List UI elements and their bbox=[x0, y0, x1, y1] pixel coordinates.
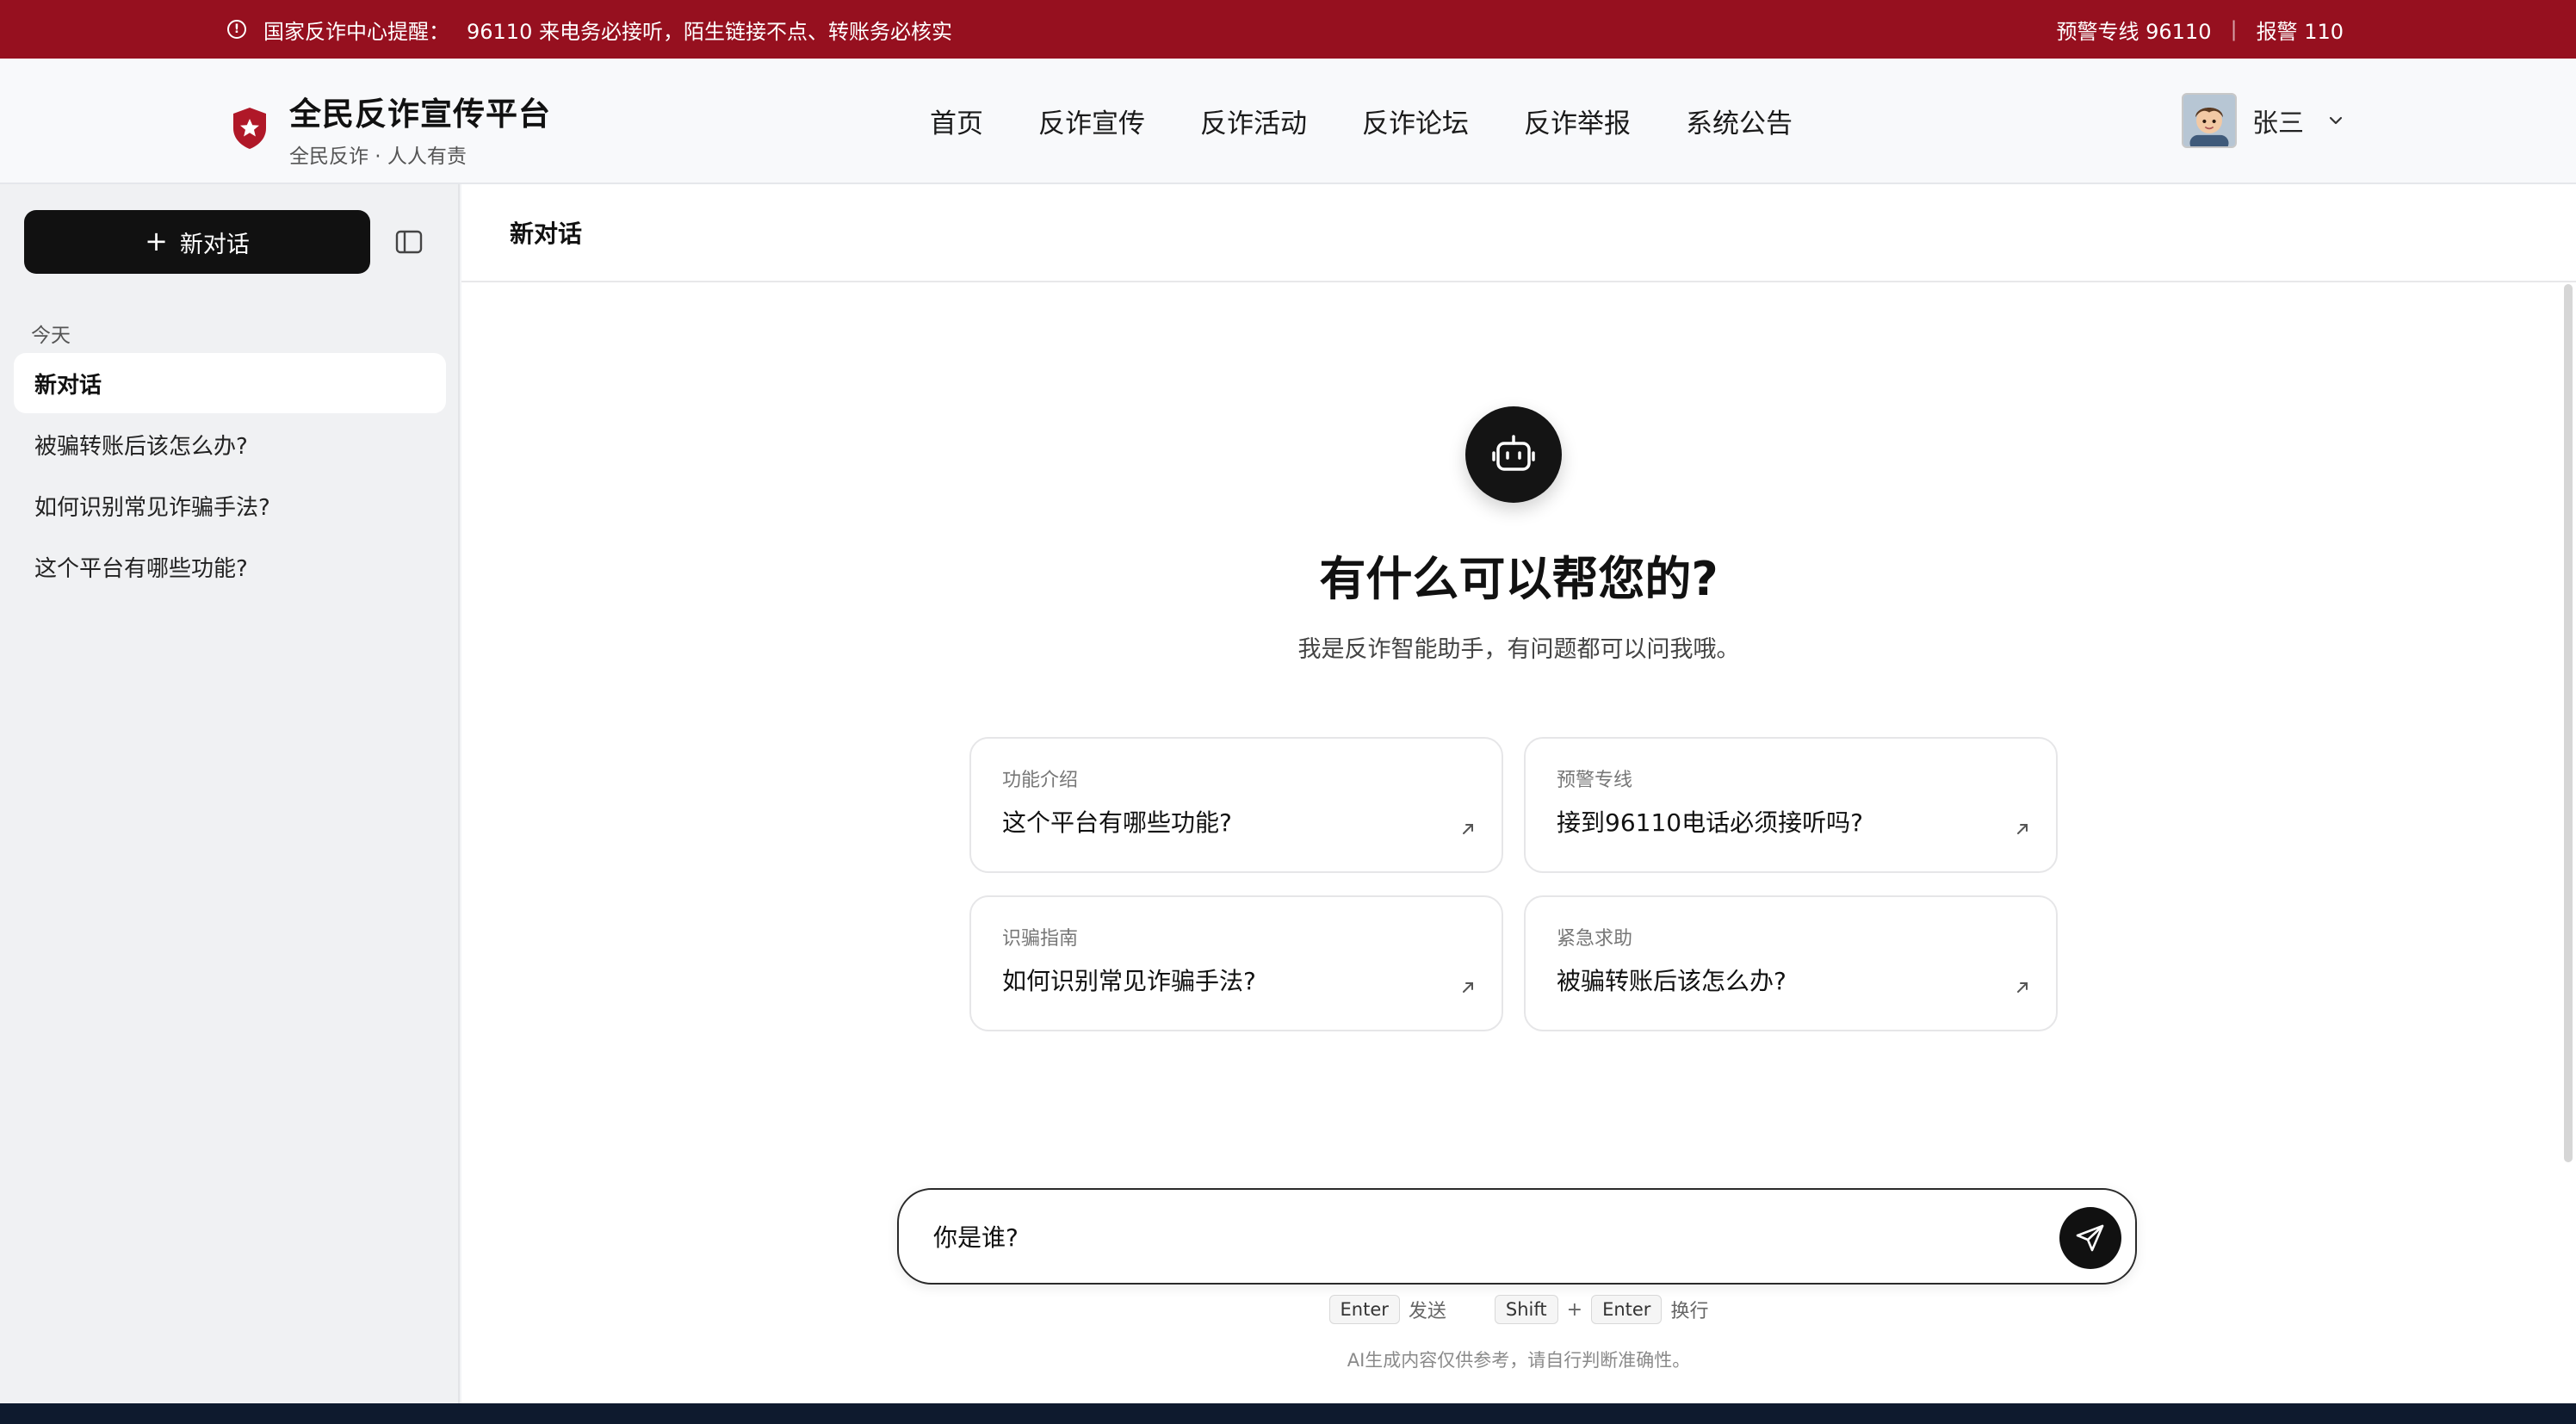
keyboard-hints: Enter 发送 Shift + Enter 换行 bbox=[461, 1295, 2576, 1324]
suggestion-question: 接到96110电话必须接听吗? bbox=[1557, 808, 1863, 837]
section-label-today: 今天 bbox=[31, 325, 71, 347]
suggestion-category: 预警专线 bbox=[1557, 770, 1633, 791]
suggestion-category: 功能介绍 bbox=[1002, 770, 1079, 791]
enter-key-badge: Enter bbox=[1591, 1295, 1663, 1324]
conversation-item[interactable]: 如何识别常见诈骗手法? bbox=[14, 475, 446, 536]
plus-sign: + bbox=[1566, 1298, 1583, 1321]
arrow-up-right-icon bbox=[1463, 824, 1473, 834]
chat-header: 新对话 bbox=[461, 184, 2576, 282]
assistant-avatar bbox=[1465, 406, 1562, 503]
conversation-item[interactable]: 这个平台有哪些功能? bbox=[14, 536, 446, 597]
suggestion-question: 被骗转账后该怎么办? bbox=[1557, 967, 1786, 995]
suggestion-question: 如何识别常见诈骗手法? bbox=[1002, 967, 1256, 995]
avatar-image bbox=[2183, 95, 2235, 146]
shift-key-badge: Shift bbox=[1494, 1295, 1558, 1324]
avatar[interactable] bbox=[2182, 93, 2237, 148]
nav-item-announcements[interactable]: 系统公告 bbox=[1686, 102, 1793, 140]
suggestion-category: 识骗指南 bbox=[1002, 928, 1079, 950]
shield-icon bbox=[233, 108, 266, 149]
nav-item-home[interactable]: 首页 bbox=[930, 102, 983, 140]
conversation-list: 新对话 被骗转账后该怎么办? 如何识别常见诈骗手法? 这个平台有哪些功能? bbox=[14, 353, 446, 597]
suggestion-card[interactable]: 紧急求助 被骗转账后该怎么办? bbox=[1524, 895, 2058, 1031]
conversation-item[interactable]: 被骗转账后该怎么办? bbox=[14, 414, 446, 474]
user-menu[interactable]: 张三 bbox=[2182, 93, 2345, 148]
police-text: 报警 110 bbox=[2256, 19, 2344, 44]
chat-title: 新对话 bbox=[510, 220, 583, 248]
chevron-down-icon[interactable] bbox=[2326, 111, 2345, 130]
main-nav: 首页 反诈宣传 反诈活动 反诈论坛 反诈举报 系统公告 bbox=[930, 59, 1793, 183]
alert-separator: | bbox=[2230, 17, 2238, 41]
hero-subtitle: 我是反诈智能助手，有问题都可以问我哦。 bbox=[1297, 636, 1740, 663]
chat-main: 新对话 有什么可以帮您的? 我是反诈智能助手，有问题都可以问我哦。 功能介绍 这… bbox=[461, 184, 2576, 1403]
bottom-strip bbox=[0, 1403, 2576, 1424]
alert-prefix: 国家反诈中心提醒： bbox=[263, 19, 449, 44]
brand-subtitle: 全民反诈 · 人人有责 bbox=[289, 145, 467, 168]
send-hint: 发送 bbox=[1408, 1301, 1446, 1322]
send-icon bbox=[2076, 1224, 2104, 1252]
suggestion-category: 紧急求助 bbox=[1557, 928, 1633, 950]
robot-icon bbox=[1492, 435, 1535, 471]
arrow-up-right-icon bbox=[2017, 824, 2028, 834]
hero-title: 有什么可以帮您的? bbox=[1319, 552, 1718, 606]
scrollbar[interactable] bbox=[2564, 284, 2573, 1162]
plus-icon: + bbox=[145, 224, 168, 257]
nav-item-activities[interactable]: 反诈活动 bbox=[1200, 102, 1307, 140]
info-icon: ! bbox=[227, 20, 246, 39]
new-chat-button[interactable]: + 新对话 bbox=[24, 210, 370, 274]
send-button[interactable] bbox=[2059, 1207, 2121, 1269]
nav-item-forum[interactable]: 反诈论坛 bbox=[1362, 102, 1469, 140]
new-chat-label: 新对话 bbox=[179, 231, 250, 258]
message-input[interactable] bbox=[933, 1210, 2035, 1262]
nav-item-report[interactable]: 反诈举报 bbox=[1524, 102, 1631, 140]
sidebar: + 新对话 今天 新对话 被骗转账后该怎么办? 如何识别常见诈骗手法? 这个平台… bbox=[0, 184, 460, 1403]
user-name: 张三 bbox=[2252, 108, 2304, 139]
nav-item-propaganda[interactable]: 反诈宣传 bbox=[1038, 102, 1145, 140]
sidebar-toggle-icon[interactable] bbox=[394, 227, 424, 257]
enter-key-badge: Enter bbox=[1328, 1295, 1400, 1324]
suggestion-card[interactable]: 功能介绍 这个平台有哪些功能? bbox=[969, 737, 1503, 873]
arrow-up-right-icon bbox=[1463, 982, 1473, 993]
arrow-up-right-icon bbox=[2017, 982, 2028, 993]
alert-right: 预警专线 96110 | 报警 110 bbox=[2056, 15, 2344, 45]
hotline-text: 预警专线 96110 bbox=[2056, 19, 2212, 44]
suggestion-question: 这个平台有哪些功能? bbox=[1002, 808, 1232, 837]
suggestion-card[interactable]: 识骗指南 如何识别常见诈骗手法? bbox=[969, 895, 1503, 1031]
brand[interactable]: 全民反诈宣传平台 全民反诈 · 人人有责 bbox=[231, 88, 551, 169]
alert-left: ! 国家反诈中心提醒： 96110 来电务必接听，陌生链接不点、转账务必核实 bbox=[227, 15, 952, 45]
message-composer bbox=[897, 1188, 2137, 1285]
newline-hint: 换行 bbox=[1670, 1301, 1709, 1322]
brand-title: 全民反诈宣传平台 bbox=[289, 96, 551, 133]
site-header: 全民反诈宣传平台 全民反诈 · 人人有责 首页 反诈宣传 反诈活动 反诈论坛 反… bbox=[0, 59, 2576, 184]
conversation-item-active[interactable]: 新对话 bbox=[14, 353, 446, 413]
alert-message: 96110 来电务必接听，陌生链接不点、转账务必核实 bbox=[467, 19, 952, 44]
ai-disclaimer: AI生成内容仅供参考，请自行判断准确性。 bbox=[1347, 1350, 1691, 1371]
suggestion-card[interactable]: 预警专线 接到96110电话必须接听吗? bbox=[1524, 737, 2058, 873]
brand-text: 全民反诈宣传平台 全民反诈 · 人人有责 bbox=[289, 88, 551, 169]
alert-bar: ! 国家反诈中心提醒： 96110 来电务必接听，陌生链接不点、转账务必核实 预… bbox=[0, 0, 2576, 59]
